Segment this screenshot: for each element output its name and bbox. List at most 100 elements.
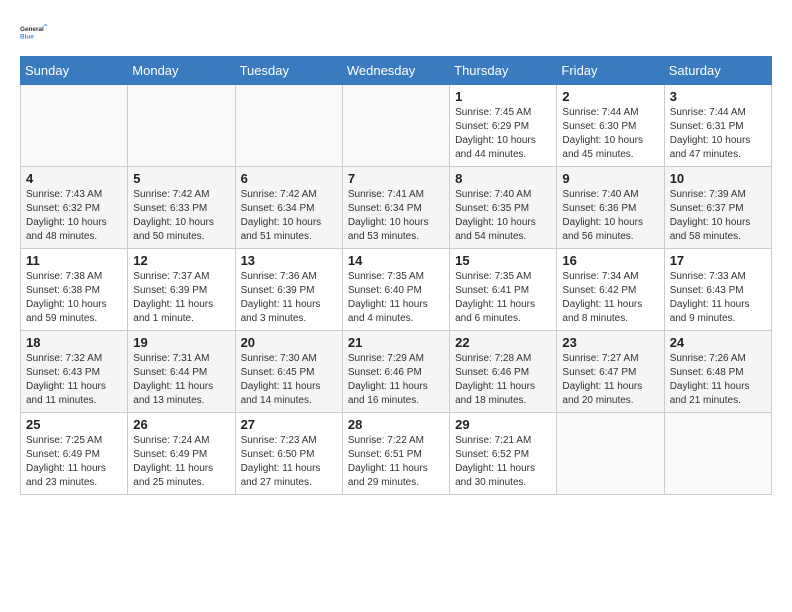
day-info: Sunrise: 7:29 AM Sunset: 6:46 PM Dayligh… <box>348 352 444 408</box>
logo: GeneralBlue <box>20 16 52 48</box>
day-number: 13 <box>241 253 337 268</box>
calendar-cell: 8 Sunrise: 7:40 AM Sunset: 6:35 PM Daylig… <box>450 167 557 249</box>
weekday-header-wednesday: Wednesday <box>342 57 449 85</box>
weekday-header-sunday: Sunday <box>21 57 128 85</box>
calendar-body: 1 Sunrise: 7:45 AM Sunset: 6:29 PM Daylig… <box>21 85 772 495</box>
calendar-cell: 9Sunrise: 7:40 AM Sunset: 6:36 PM Daylig… <box>557 167 664 249</box>
weekday-header-monday: Monday <box>128 57 235 85</box>
calendar-cell: 23 Sunrise: 7:27 AM Sunset: 6:47 PM Dayli… <box>557 331 664 413</box>
day-number: 23 <box>562 335 658 350</box>
logo-icon: GeneralBlue <box>20 16 52 48</box>
calendar-cell: 25Sunrise: 7:25 AM Sunset: 6:49 PM Dayli… <box>21 413 128 495</box>
day-number: 28 <box>348 417 444 432</box>
calendar-cell: 26 Sunrise: 7:24 AM Sunset: 6:49 PM Dayli… <box>128 413 235 495</box>
day-info: Sunrise: 7:45 AM Sunset: 6:29 PM Dayligh… <box>455 106 551 162</box>
day-info: Sunrise: 7:27 AM Sunset: 6:47 PM Dayligh… <box>562 352 658 408</box>
calendar-cell: 22 Sunrise: 7:28 AM Sunset: 6:46 PM Dayli… <box>450 331 557 413</box>
day-info: Sunrise: 7:21 AM Sunset: 6:52 PM Dayligh… <box>455 434 551 490</box>
calendar-cell: 24 Sunrise: 7:26 AM Sunset: 6:48 PM Dayli… <box>664 331 771 413</box>
calendar-cell: 20Sunrise: 7:30 AM Sunset: 6:45 PM Dayli… <box>235 331 342 413</box>
weekday-header-row: SundayMondayTuesdayWednesdayThursdayFrid… <box>21 57 772 85</box>
day-number: 19 <box>133 335 229 350</box>
svg-text:General: General <box>20 26 44 33</box>
calendar-cell <box>664 413 771 495</box>
day-info: Sunrise: 7:24 AM Sunset: 6:49 PM Dayligh… <box>133 434 229 490</box>
day-number: 3 <box>670 89 766 104</box>
calendar-cell <box>235 85 342 167</box>
day-number: 1 <box>455 89 551 104</box>
day-info: Sunrise: 7:42 AM Sunset: 6:33 PM Dayligh… <box>133 188 229 244</box>
calendar-week-row: 18 Sunrise: 7:32 AM Sunset: 6:43 PM Dayli… <box>21 331 772 413</box>
calendar-week-row: 25Sunrise: 7:25 AM Sunset: 6:49 PM Dayli… <box>21 413 772 495</box>
calendar-table: SundayMondayTuesdayWednesdayThursdayFrid… <box>20 56 772 495</box>
day-number: 11 <box>26 253 122 268</box>
day-number: 18 <box>26 335 122 350</box>
calendar-cell: 1 Sunrise: 7:45 AM Sunset: 6:29 PM Daylig… <box>450 85 557 167</box>
day-info: Sunrise: 7:42 AM Sunset: 6:34 PM Dayligh… <box>241 188 337 244</box>
day-info: Sunrise: 7:26 AM Sunset: 6:48 PM Dayligh… <box>670 352 766 408</box>
calendar-cell: 18 Sunrise: 7:32 AM Sunset: 6:43 PM Dayli… <box>21 331 128 413</box>
day-number: 22 <box>455 335 551 350</box>
day-info: Sunrise: 7:23 AM Sunset: 6:50 PM Dayligh… <box>241 434 337 490</box>
day-info: Sunrise: 7:44 AM Sunset: 6:30 PM Dayligh… <box>562 106 658 162</box>
weekday-header-thursday: Thursday <box>450 57 557 85</box>
day-number: 5 <box>133 171 229 186</box>
day-info: Sunrise: 7:33 AM Sunset: 6:43 PM Dayligh… <box>670 270 766 326</box>
calendar-cell: 2 Sunrise: 7:44 AM Sunset: 6:30 PM Daylig… <box>557 85 664 167</box>
day-info: Sunrise: 7:44 AM Sunset: 6:31 PM Dayligh… <box>670 106 766 162</box>
day-number: 7 <box>348 171 444 186</box>
day-number: 16 <box>562 253 658 268</box>
calendar-cell: 5 Sunrise: 7:42 AM Sunset: 6:33 PM Daylig… <box>128 167 235 249</box>
calendar-cell: 3 Sunrise: 7:44 AM Sunset: 6:31 PM Daylig… <box>664 85 771 167</box>
day-info: Sunrise: 7:35 AM Sunset: 6:40 PM Dayligh… <box>348 270 444 326</box>
calendar-cell: 27Sunrise: 7:23 AM Sunset: 6:50 PM Dayli… <box>235 413 342 495</box>
day-number: 12 <box>133 253 229 268</box>
calendar-cell <box>557 413 664 495</box>
day-info: Sunrise: 7:40 AM Sunset: 6:36 PM Dayligh… <box>562 188 658 244</box>
day-number: 8 <box>455 171 551 186</box>
calendar-cell: 28 Sunrise: 7:22 AM Sunset: 6:51 PM Dayli… <box>342 413 449 495</box>
calendar-cell: 11 Sunrise: 7:38 AM Sunset: 6:38 PM Dayli… <box>21 249 128 331</box>
calendar-cell: 13 Sunrise: 7:36 AM Sunset: 6:39 PM Dayli… <box>235 249 342 331</box>
calendar-cell <box>342 85 449 167</box>
day-number: 26 <box>133 417 229 432</box>
weekday-header-friday: Friday <box>557 57 664 85</box>
day-info: Sunrise: 7:37 AM Sunset: 6:39 PM Dayligh… <box>133 270 229 326</box>
day-number: 15 <box>455 253 551 268</box>
day-info: Sunrise: 7:39 AM Sunset: 6:37 PM Dayligh… <box>670 188 766 244</box>
calendar-cell: 15 Sunrise: 7:35 AM Sunset: 6:41 PM Dayli… <box>450 249 557 331</box>
day-number: 6 <box>241 171 337 186</box>
day-number: 10 <box>670 171 766 186</box>
day-info: Sunrise: 7:38 AM Sunset: 6:38 PM Dayligh… <box>26 270 122 326</box>
day-info: Sunrise: 7:36 AM Sunset: 6:39 PM Dayligh… <box>241 270 337 326</box>
day-number: 25 <box>26 417 122 432</box>
calendar-header: SundayMondayTuesdayWednesdayThursdayFrid… <box>21 57 772 85</box>
calendar-cell: 14 Sunrise: 7:35 AM Sunset: 6:40 PM Dayli… <box>342 249 449 331</box>
weekday-header-saturday: Saturday <box>664 57 771 85</box>
calendar-cell: 19Sunrise: 7:31 AM Sunset: 6:44 PM Dayli… <box>128 331 235 413</box>
calendar-cell <box>21 85 128 167</box>
calendar-cell: 12 Sunrise: 7:37 AM Sunset: 6:39 PM Dayli… <box>128 249 235 331</box>
day-number: 4 <box>26 171 122 186</box>
calendar-week-row: 4Sunrise: 7:43 AM Sunset: 6:32 PM Daylig… <box>21 167 772 249</box>
calendar-cell: 21Sunrise: 7:29 AM Sunset: 6:46 PM Dayli… <box>342 331 449 413</box>
day-info: Sunrise: 7:34 AM Sunset: 6:42 PM Dayligh… <box>562 270 658 326</box>
calendar-cell <box>128 85 235 167</box>
svg-text:Blue: Blue <box>20 33 34 40</box>
day-info: Sunrise: 7:32 AM Sunset: 6:43 PM Dayligh… <box>26 352 122 408</box>
calendar-cell: 6 Sunrise: 7:42 AM Sunset: 6:34 PM Daylig… <box>235 167 342 249</box>
day-info: Sunrise: 7:28 AM Sunset: 6:46 PM Dayligh… <box>455 352 551 408</box>
day-number: 2 <box>562 89 658 104</box>
day-number: 17 <box>670 253 766 268</box>
day-number: 20 <box>241 335 337 350</box>
day-number: 24 <box>670 335 766 350</box>
calendar-cell: 29Sunrise: 7:21 AM Sunset: 6:52 PM Dayli… <box>450 413 557 495</box>
day-info: Sunrise: 7:40 AM Sunset: 6:35 PM Dayligh… <box>455 188 551 244</box>
day-number: 14 <box>348 253 444 268</box>
calendar-cell: 10 Sunrise: 7:39 AM Sunset: 6:37 PM Dayli… <box>664 167 771 249</box>
calendar-cell: 16 Sunrise: 7:34 AM Sunset: 6:42 PM Dayli… <box>557 249 664 331</box>
weekday-header-tuesday: Tuesday <box>235 57 342 85</box>
calendar-week-row: 1 Sunrise: 7:45 AM Sunset: 6:29 PM Daylig… <box>21 85 772 167</box>
day-info: Sunrise: 7:35 AM Sunset: 6:41 PM Dayligh… <box>455 270 551 326</box>
day-info: Sunrise: 7:22 AM Sunset: 6:51 PM Dayligh… <box>348 434 444 490</box>
